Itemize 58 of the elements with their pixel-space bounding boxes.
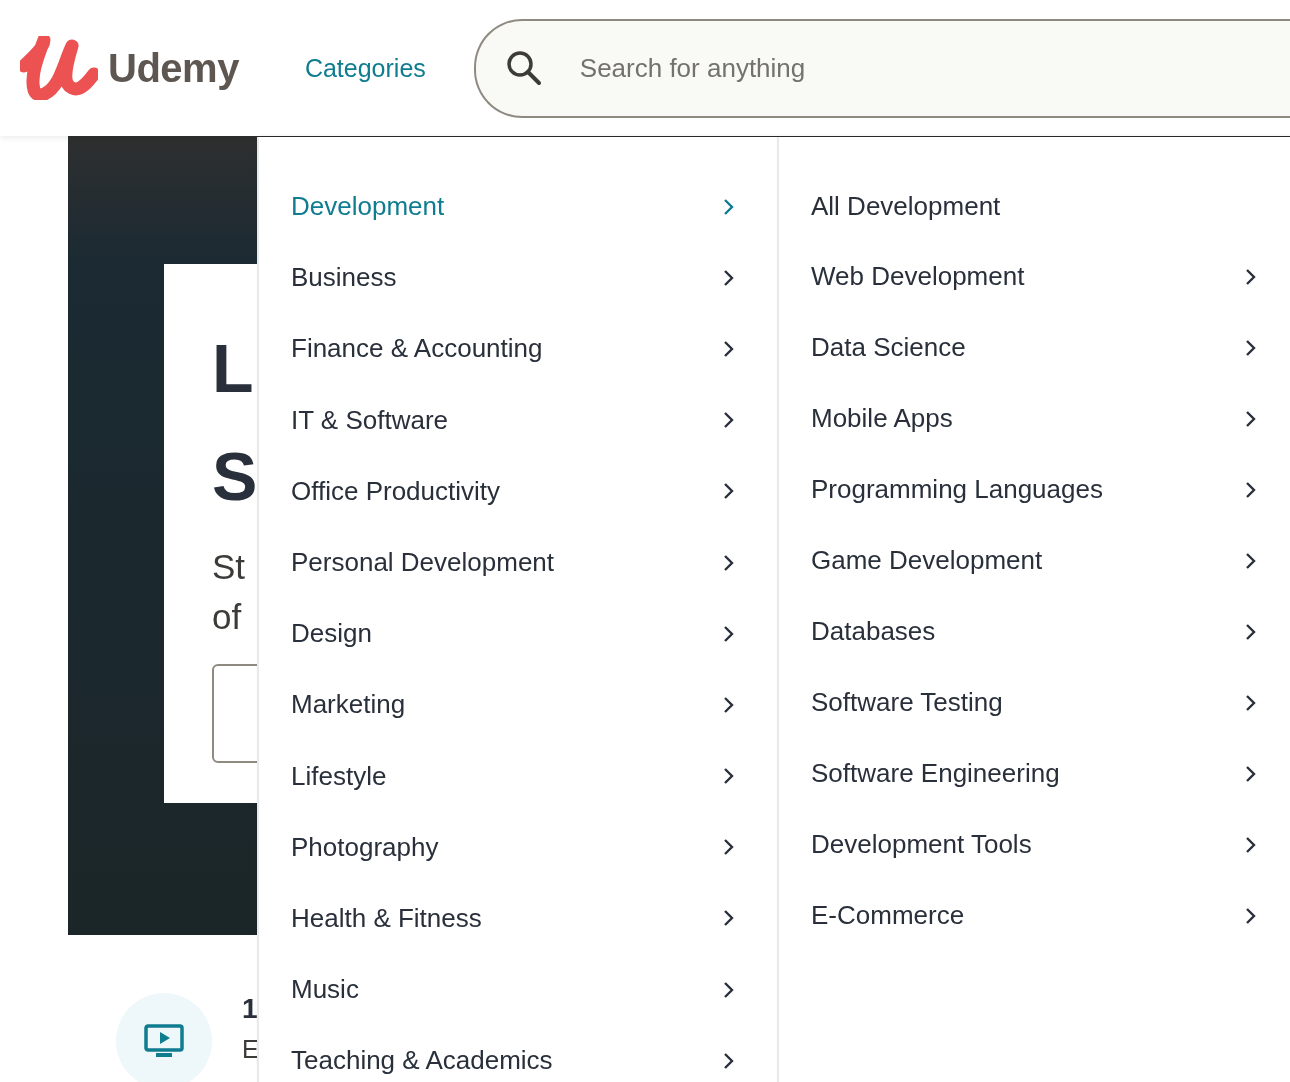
chevron-right-icon [723,909,735,928]
subcategory-item[interactable]: Web Development [779,241,1290,312]
subcategory-item[interactable]: Development Tools [779,809,1290,880]
chevron-right-icon [1245,480,1257,499]
hero-subtitle: of [212,596,242,638]
chevron-right-icon [723,980,735,999]
category-item[interactable]: Office Productivity [259,455,777,527]
subcategory-item[interactable]: Game Development [779,525,1290,596]
subcategory-item[interactable]: Mobile Apps [779,383,1290,454]
category-item[interactable]: Development [259,171,777,243]
chevron-right-icon [1245,764,1257,783]
chevron-right-icon [1245,551,1257,570]
category-item[interactable]: Photography [259,811,777,883]
logo-text: Udemy [108,45,239,91]
hero-heading: L [212,329,254,408]
subcategory-item[interactable]: Software Engineering [779,738,1290,809]
video-screen-icon [144,1024,184,1058]
chevron-right-icon [1245,338,1257,357]
feature-title: 1 [242,993,258,1025]
chevron-right-icon [723,411,735,430]
chevron-right-icon [1245,906,1257,925]
chevron-right-icon [723,482,735,501]
category-item[interactable]: Marketing [259,669,777,741]
category-item[interactable]: Finance & Accounting [259,313,777,385]
category-item[interactable]: Music [259,954,777,1026]
hero-heading: S [212,437,258,516]
subcategory-item[interactable]: Programming Languages [779,454,1290,525]
hero-subtitle: St [212,546,246,588]
chevron-right-icon [723,838,735,857]
chevron-right-icon [723,1051,735,1070]
chevron-right-icon [1245,693,1257,712]
chevron-right-icon [1245,267,1257,286]
subcategory-item[interactable]: Databases [779,596,1290,667]
categories-link[interactable]: Categories [304,53,426,83]
search-icon [505,50,542,86]
chevron-right-icon [723,695,735,714]
chevron-right-icon [723,767,735,786]
logo-icon [20,36,98,100]
chevron-right-icon [723,197,735,216]
category-item[interactable]: IT & Software [259,384,777,456]
subcategory-item[interactable]: E-Commerce [779,880,1290,951]
chevron-right-icon [723,339,735,358]
chevron-right-icon [723,268,735,287]
category-item[interactable]: Health & Fitness [259,882,777,955]
category-item[interactable]: Business [259,242,777,314]
category-item[interactable]: Lifestyle [259,740,777,812]
feature-subtitle: E [242,1035,259,1064]
chevron-right-icon [1245,409,1257,428]
subcategory-item[interactable]: Software Testing [779,667,1290,738]
subcategory-item[interactable]: Data Science [779,312,1290,383]
chevron-right-icon [1245,622,1257,641]
subcategory-item[interactable]: All Development [779,171,1290,241]
category-item[interactable]: Teaching & Academics [259,1025,777,1082]
chevron-right-icon [1245,835,1257,854]
category-item[interactable]: Personal Development [259,526,777,599]
chevron-right-icon [723,553,735,572]
chevron-right-icon [723,624,735,643]
category-item[interactable]: Design [259,598,777,670]
